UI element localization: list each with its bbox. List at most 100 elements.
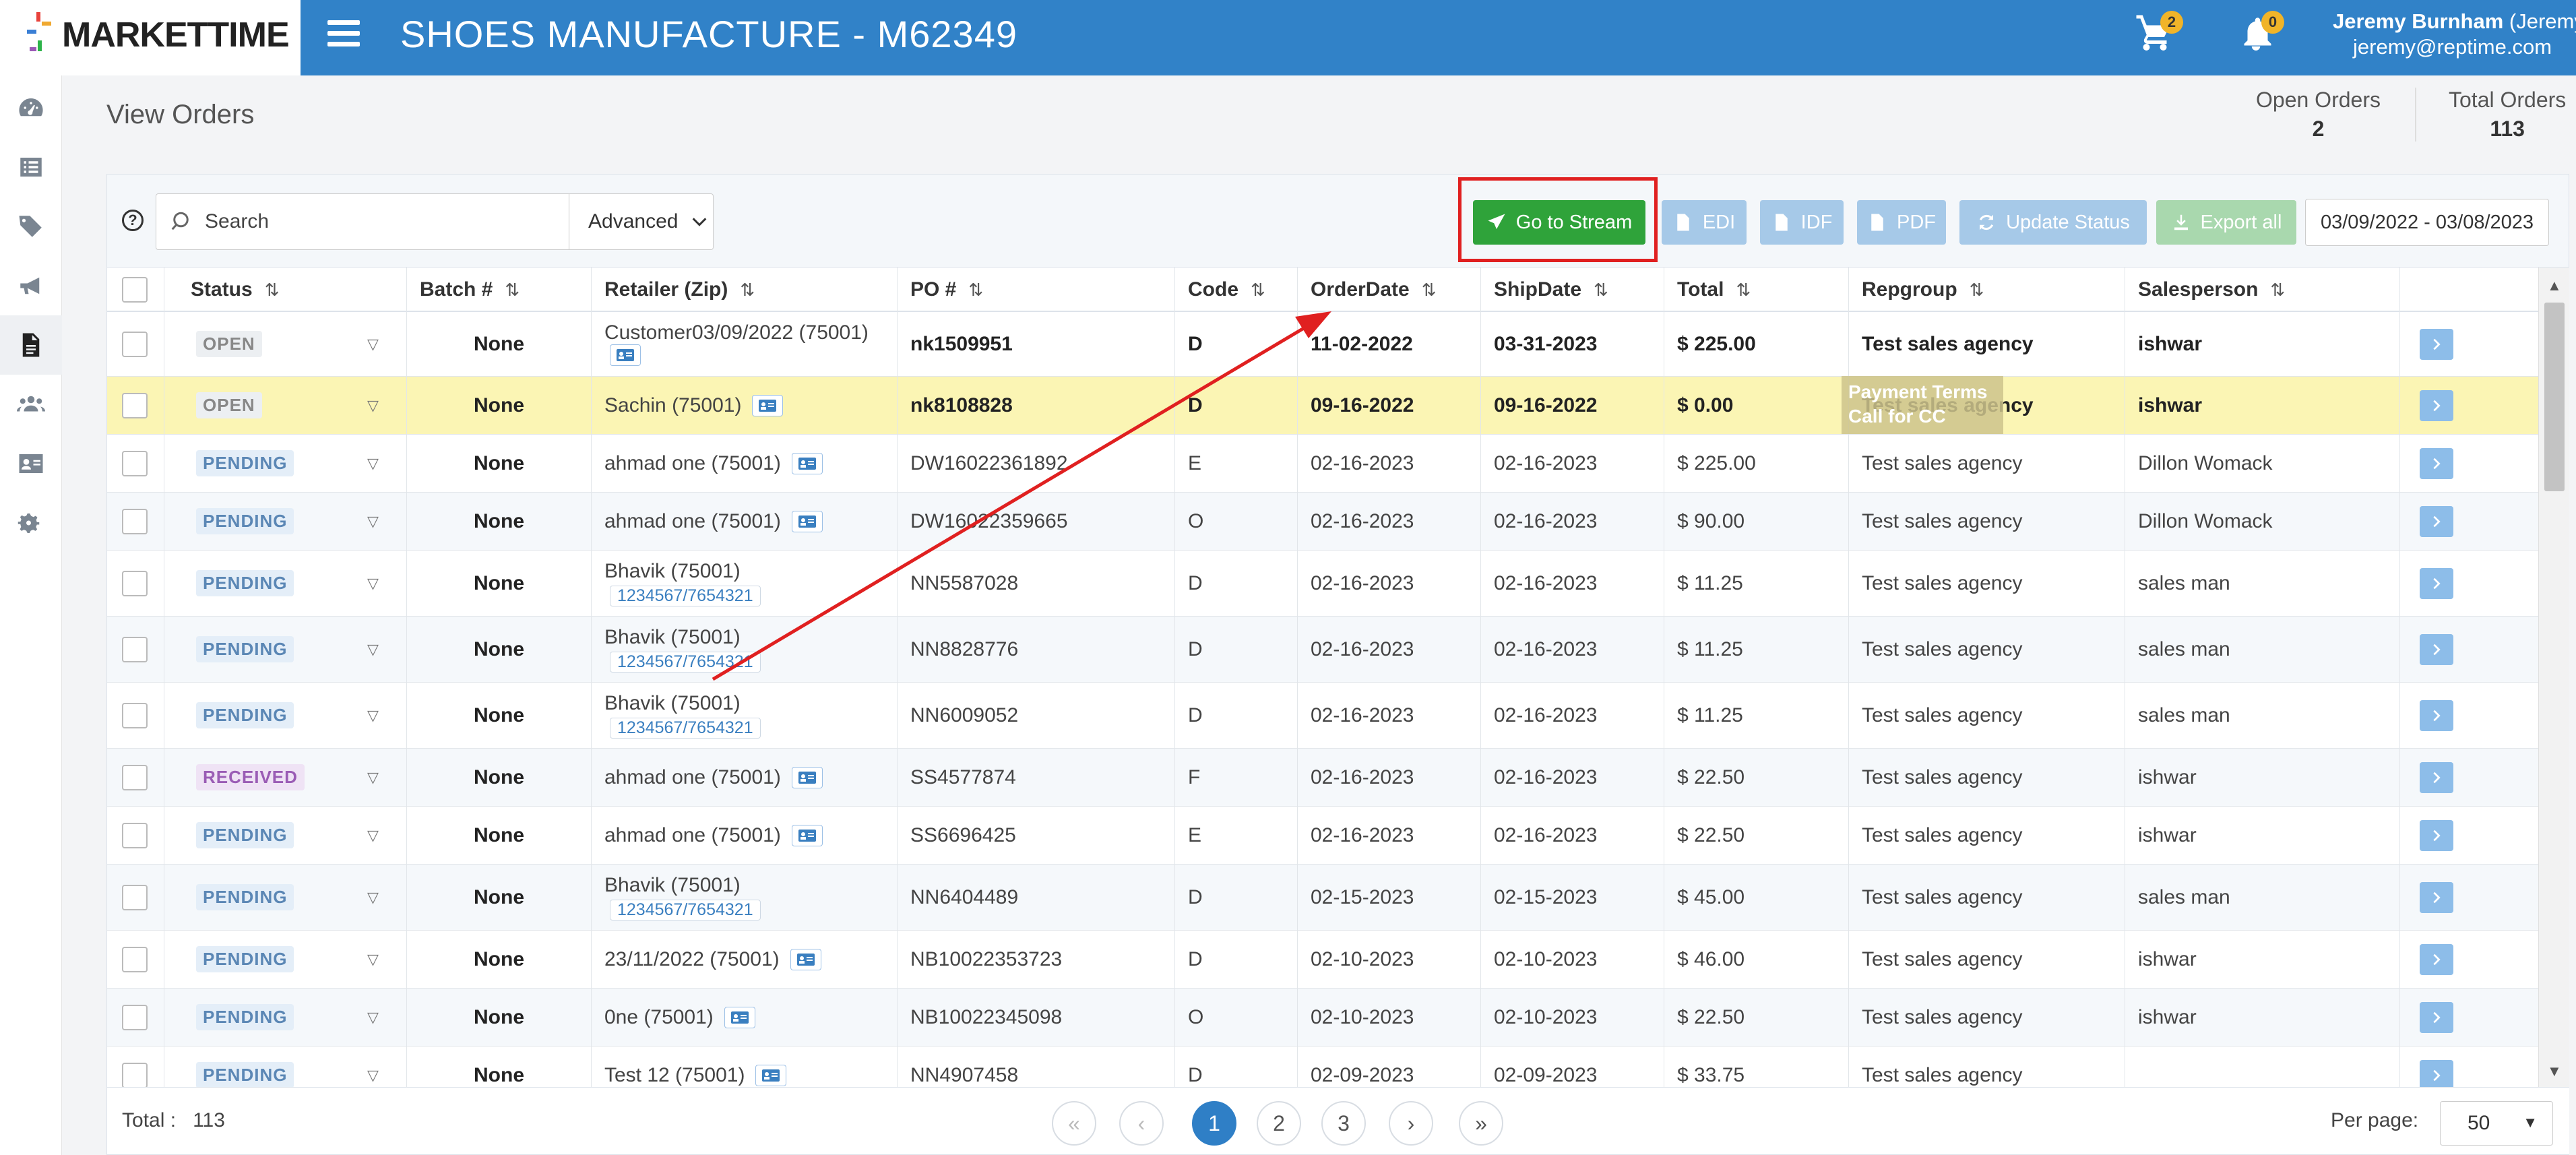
retailer-phone-link[interactable]: 1234567/7654321 [610, 900, 761, 920]
idf-button[interactable]: IDF [1760, 200, 1844, 245]
row-checkbox[interactable] [122, 865, 148, 930]
table-row[interactable]: RECEIVED ▽ None ahmad one (75001) SS4577874 F… [107, 749, 2538, 807]
page-2-button[interactable]: 2 [1257, 1101, 1301, 1146]
table-scrollbar[interactable]: ▲ ▼ [2538, 268, 2569, 1087]
table-row[interactable]: OPEN ▽ None Sachin (75001) nk8108828 D 09-16-2… [107, 377, 2538, 435]
page-3-button[interactable]: 3 [1321, 1101, 1366, 1146]
contact-card-icon[interactable] [791, 452, 823, 474]
col-salesperson[interactable]: Salesperson ⇅ [2138, 268, 2285, 312]
export-all-button[interactable]: Export all [2156, 200, 2296, 245]
table-row[interactable]: PENDING ▽ None ahmad one (75001) DW160223618… [107, 435, 2538, 493]
open-order-button[interactable] [2420, 506, 2453, 537]
update-status-button[interactable]: Update Status [1959, 200, 2147, 245]
status-menu[interactable]: ▽ [367, 807, 379, 864]
table-row[interactable]: PENDING ▽ None ahmad one (75001) DW160223596… [107, 493, 2538, 551]
open-order-button[interactable] [2420, 390, 2453, 421]
search-field[interactable] [156, 193, 569, 250]
prev-page-button[interactable]: ‹ [1119, 1101, 1164, 1146]
status-menu[interactable]: ▽ [367, 865, 379, 930]
col-total[interactable]: Total ⇅ [1677, 268, 1751, 312]
table-row[interactable]: PENDING ▽ None Bhavik (75001) 1234567/765432… [107, 551, 2538, 617]
row-checkbox[interactable] [122, 377, 148, 434]
retailer-phone-link[interactable]: 1234567/7654321 [610, 586, 761, 606]
open-order-button[interactable] [2420, 568, 2453, 599]
row-checkbox[interactable] [122, 551, 148, 616]
col-retailer[interactable]: Retailer (Zip) ⇅ [604, 268, 755, 312]
col-orderdate[interactable]: OrderDate ⇅ [1311, 268, 1437, 312]
help-icon[interactable]: ? [122, 210, 144, 231]
open-order-button[interactable] [2420, 944, 2453, 975]
status-menu[interactable]: ▽ [367, 551, 379, 616]
row-checkbox[interactable] [122, 683, 148, 748]
open-order-button[interactable] [2420, 700, 2453, 731]
sidebar-item-contacts[interactable] [0, 434, 62, 493]
contact-card-icon[interactable] [791, 510, 823, 532]
row-checkbox[interactable] [122, 807, 148, 864]
table-row[interactable]: PENDING ▽ None Bhavik (75001) 1234567/765432… [107, 617, 2538, 683]
advanced-dropdown[interactable]: Advanced [569, 193, 714, 250]
col-po[interactable]: PO # ⇅ [910, 268, 983, 312]
status-menu[interactable]: ▽ [367, 435, 379, 492]
status-menu[interactable]: ▽ [367, 683, 379, 748]
open-order-button[interactable] [2420, 448, 2453, 479]
row-checkbox[interactable] [122, 1047, 148, 1087]
last-page-button[interactable]: » [1459, 1101, 1503, 1146]
edi-button[interactable]: EDI [1662, 200, 1747, 245]
row-checkbox[interactable] [122, 989, 148, 1046]
table-row[interactable]: PENDING ▽ None ahmad one (75001) SS6696425 E 0… [107, 807, 2538, 865]
user-name[interactable]: Jeremy Burnham (Jeremy) [2333, 9, 2576, 34]
retailer-phone-link[interactable]: 1234567/7654321 [610, 652, 761, 673]
search-input[interactable] [205, 210, 555, 233]
table-row[interactable]: PENDING ▽ None Test 12 (75001) NN4907458 D 02-… [107, 1047, 2538, 1087]
col-repgroup[interactable]: Repgroup ⇅ [1862, 268, 1984, 312]
open-order-button[interactable] [2420, 762, 2453, 793]
status-menu[interactable]: ▽ [367, 749, 379, 806]
sidebar-item-orders[interactable] [0, 315, 62, 375]
status-menu[interactable]: ▽ [367, 493, 379, 550]
contact-card-icon[interactable] [724, 1006, 755, 1028]
sidebar-item-campaigns[interactable] [0, 256, 62, 315]
per-page-select[interactable]: 50 ▼ [2440, 1101, 2553, 1146]
sidebar-item-tags[interactable] [0, 197, 62, 256]
row-checkbox[interactable] [122, 493, 148, 550]
table-row[interactable]: PENDING ▽ None 0ne (75001) NB10022345098 O 02-… [107, 989, 2538, 1047]
date-range-input[interactable]: 03/09/2022 - 03/08/2023 [2305, 199, 2549, 246]
menu-toggle-icon[interactable] [327, 20, 360, 47]
cart-button[interactable]: 2 [2135, 11, 2183, 58]
sidebar-item-dashboard[interactable] [0, 78, 62, 137]
row-checkbox[interactable] [122, 749, 148, 806]
notifications-button[interactable]: 0 [2236, 11, 2284, 58]
status-menu[interactable]: ▽ [367, 931, 379, 988]
table-row[interactable]: PENDING ▽ None Bhavik (75001) 1234567/765432… [107, 865, 2538, 931]
scroll-up-icon[interactable]: ▲ [2547, 277, 2562, 294]
scrollbar-thumb[interactable] [2544, 303, 2565, 491]
row-checkbox[interactable] [122, 931, 148, 988]
next-page-button[interactable]: › [1389, 1101, 1433, 1146]
col-batch[interactable]: Batch # ⇅ [420, 268, 520, 312]
status-menu[interactable]: ▽ [367, 312, 379, 376]
contact-card-icon[interactable] [610, 344, 641, 366]
contact-card-icon[interactable] [790, 948, 821, 970]
row-checkbox[interactable] [122, 435, 148, 492]
contact-card-icon[interactable] [791, 824, 823, 846]
status-menu[interactable]: ▽ [367, 617, 379, 682]
table-row[interactable]: PENDING ▽ None 23/11/2022 (75001) NB10022353… [107, 931, 2538, 989]
table-row[interactable]: PENDING ▽ None Bhavik (75001) 1234567/765432… [107, 683, 2538, 749]
col-shipdate[interactable]: ShipDate ⇅ [1494, 268, 1608, 312]
open-order-button[interactable] [2420, 882, 2453, 913]
row-checkbox[interactable] [122, 617, 148, 682]
retailer-phone-link[interactable]: 1234567/7654321 [610, 718, 761, 739]
contact-card-icon[interactable] [791, 766, 823, 788]
col-code[interactable]: Code ⇅ [1188, 268, 1265, 312]
open-order-button[interactable] [2420, 329, 2453, 360]
pdf-button[interactable]: PDF [1857, 200, 1946, 245]
sidebar-item-users[interactable] [0, 375, 62, 434]
logo[interactable]: MARKETTIME [0, 0, 301, 75]
first-page-button[interactable]: « [1052, 1101, 1096, 1146]
sidebar-item-settings[interactable] [0, 493, 62, 553]
table-row[interactable]: OPEN ▽ None Customer03/09/2022 (75001) nk150… [107, 312, 2538, 377]
row-checkbox[interactable] [122, 312, 148, 376]
page-1-button[interactable]: 1 [1192, 1101, 1236, 1146]
open-order-button[interactable] [2420, 1060, 2453, 1087]
contact-card-icon[interactable] [755, 1064, 787, 1086]
